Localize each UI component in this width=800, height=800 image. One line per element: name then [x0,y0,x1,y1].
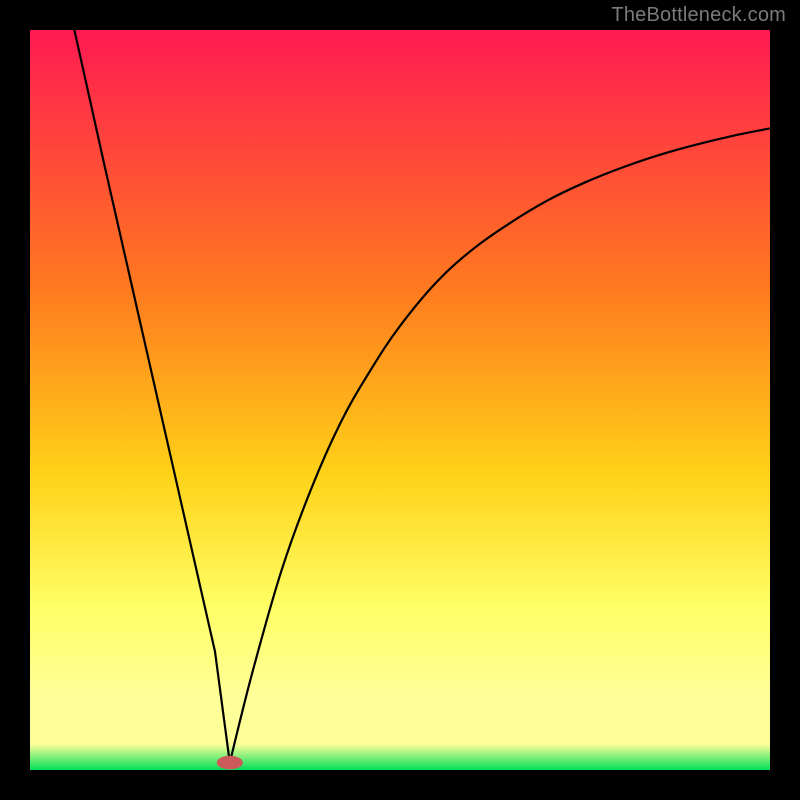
minimum-marker [217,756,242,769]
bottleneck-chart [30,30,770,770]
attribution-text: TheBottleneck.com [611,4,786,27]
gradient-background [30,30,770,770]
chart-frame: TheBottleneck.com [0,0,800,800]
